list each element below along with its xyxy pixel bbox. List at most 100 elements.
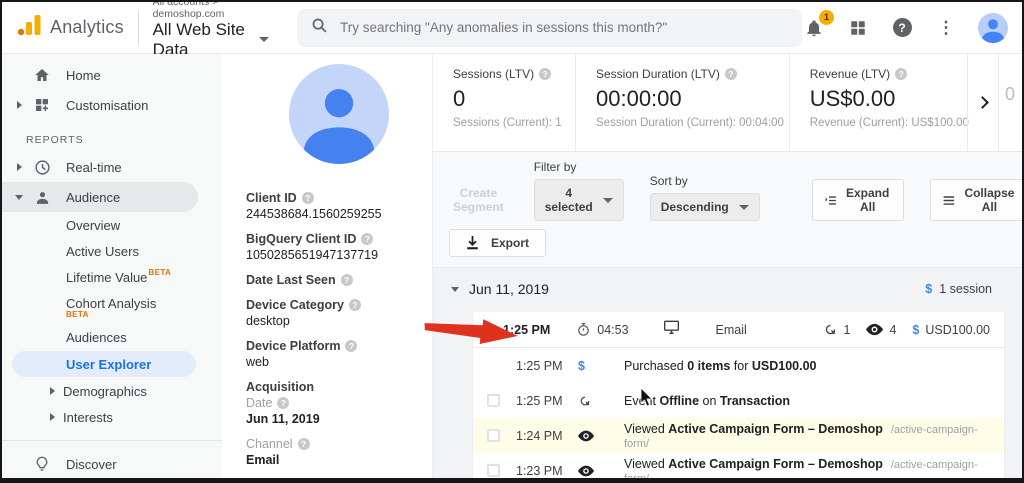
dollar-icon: $ [925, 282, 933, 296]
chevron-down-icon [602, 197, 613, 203]
hit-row-pageview[interactable]: 1:24 PM Viewed Active Campaign Form – De… [473, 418, 1004, 453]
sidebar: Home Customisation REPORTS Real-time Aud… [2, 54, 222, 478]
filter-by-dropdown[interactable]: 4 selected [533, 179, 624, 221]
account-switcher[interactable]: All accounts > demoshop.com All Web Site… [152, 0, 269, 60]
sidebar-label: Interests [63, 409, 113, 425]
chevron-down-icon [259, 37, 269, 42]
hit-checkbox[interactable] [487, 429, 500, 442]
help-icon[interactable]: ? [297, 438, 310, 450]
search-input[interactable] [340, 20, 788, 35]
notifications-button[interactable]: 1 [802, 9, 834, 40]
sidebar-label: Lifetime Value [66, 269, 148, 285]
apps-grid-icon [851, 20, 865, 35]
notification-badge: 1 [819, 9, 834, 25]
sidebar-item-user-explorer[interactable]: User Explorer [12, 351, 196, 377]
group-date: Jun 11, 2019 [469, 281, 549, 297]
sidebar-label: Active Users [66, 243, 139, 259]
more-options-button[interactable]: ⋮ [934, 16, 958, 40]
help-icon[interactable]: ? [301, 192, 314, 204]
sidebar-item-audience[interactable]: Audience [2, 182, 198, 212]
reports-section-label: REPORTS [26, 134, 84, 146]
metric-card-partial: 0 [998, 54, 1022, 151]
main-content: Sessions (LTV)? 0 Sessions (Current): 1 … [432, 54, 1022, 478]
event-icon [825, 324, 835, 335]
metric-sub: Session Duration (Current): 00:04:00 [596, 117, 784, 129]
hit-checkbox[interactable] [487, 464, 500, 477]
help-icon[interactable]: ? [340, 274, 353, 286]
analytics-logo[interactable]: Analytics [12, 12, 138, 43]
pageviews-count: 4 [889, 322, 897, 337]
date-group-row[interactable]: Jun 11, 2019 $ 1 session [433, 268, 1022, 310]
clock-icon [32, 157, 52, 177]
export-button[interactable]: Export [449, 229, 547, 257]
expand-arrow-icon [50, 387, 55, 395]
sort-by-label: Sort by [649, 174, 688, 188]
sidebar-item-audiences[interactable]: Audiences [2, 324, 222, 350]
expand-all-button[interactable]: Expand All [811, 179, 905, 221]
sidebar-label: Discover [66, 456, 117, 472]
eye-icon [578, 430, 594, 441]
help-button[interactable]: ? [890, 16, 914, 40]
sidebar-label: Overview [66, 217, 121, 233]
sidebar-label: Customisation [66, 97, 149, 113]
sidebar-item-realtime[interactable]: Real-time [2, 152, 222, 182]
sessions-list: Jun 11, 2019 $ 1 session 1:25 PM 04:53 E… [433, 268, 1022, 478]
hit-checkbox[interactable] [487, 394, 500, 407]
metric-sessions-ltv: Sessions (LTV)? 0 Sessions (Current): 1 [453, 67, 562, 129]
create-segment-button[interactable]: Create Segment [449, 179, 508, 221]
metric-cards-row: Sessions (LTV)? 0 Sessions (Current): 1 … [433, 54, 1022, 152]
hit-description: Viewed Active Campaign Form – Demoshop/a… [624, 421, 978, 450]
breadcrumb: All accounts > demoshop.com [152, 0, 225, 20]
session-header[interactable]: 1:25 PM 04:53 Email 1 4 $ USD100.00 [473, 312, 1004, 348]
hit-time: 1:25 PM [516, 393, 563, 408]
user-avatar[interactable] [978, 12, 1008, 43]
help-icon[interactable]: ? [348, 299, 361, 311]
metric-session-duration-ltv: Session Duration (LTV)? 00:00:00 Session… [575, 54, 789, 151]
help-icon[interactable]: ? [724, 68, 737, 80]
user-detail-panel: Client ID? 244538684.1560259255 BigQuery… [222, 54, 432, 478]
field-device-platform: Device Platform? web [246, 338, 432, 370]
sidebar-item-home[interactable]: Home [2, 60, 222, 90]
metric-revenue-ltv: Revenue (LTV)? US$0.00 Revenue (Current)… [788, 54, 969, 151]
lightbulb-icon [32, 454, 52, 474]
stopwatch-icon [578, 322, 590, 336]
sidebar-item-cohort-analysis[interactable]: Cohort Analysis BETA [2, 290, 222, 324]
beta-badge: BETA [148, 267, 172, 277]
help-icon[interactable]: ? [345, 340, 358, 352]
home-icon [32, 65, 52, 85]
hit-description: Viewed Active Campaign Form – Demoshop/a… [624, 457, 990, 479]
expand-arrow-icon [16, 101, 22, 109]
sidebar-item-overview[interactable]: Overview [2, 212, 222, 238]
sidebar-item-interests[interactable]: Interests [2, 404, 222, 430]
chevron-right-icon [976, 96, 990, 109]
brand-name: Analytics [50, 17, 124, 37]
sidebar-label: Home [66, 67, 101, 83]
metric-sub: Revenue (Current): US$100.00 [809, 117, 969, 129]
field-acquisition: Acquisition Date? Jun 11, 2019 [246, 380, 320, 426]
help-icon[interactable]: ? [539, 68, 552, 80]
expand-arrow-icon [16, 163, 22, 171]
sidebar-item-active-users[interactable]: Active Users [2, 238, 222, 264]
sidebar-item-lifetime-value[interactable]: Lifetime Value BETA [2, 264, 222, 290]
collapse-all-button[interactable]: Collapse All [930, 179, 1022, 221]
help-icon[interactable]: ? [361, 233, 374, 245]
sidebar-item-discover[interactable]: Discover [2, 449, 222, 478]
sidebar-label: User Explorer [66, 356, 152, 372]
help-icon[interactable]: ? [277, 397, 290, 409]
hit-row-pageview[interactable]: 1:23 PM Viewed Active Campaign Form – De… [473, 453, 1004, 478]
eye-icon [578, 465, 594, 476]
dollar-icon: $ [578, 358, 585, 373]
session-time: 1:25 PM [503, 322, 551, 337]
hit-row-purchase[interactable]: 1:25 PM $ Purchased 0 items for USD100.0… [473, 348, 1004, 383]
hit-row-event[interactable]: 1:25 PM Event Offline on Transaction [473, 383, 1004, 418]
field-channel: Channel? Email [246, 436, 432, 468]
sort-by-dropdown[interactable]: Descending [649, 193, 760, 221]
search-bar[interactable] [297, 8, 802, 47]
sidebar-item-customisation[interactable]: Customisation [2, 90, 222, 120]
field-date-last-seen: Date Last Seen? [246, 272, 432, 288]
session-revenue: USD100.00 [925, 322, 990, 337]
help-icon[interactable]: ? [895, 68, 908, 80]
sidebar-item-demographics[interactable]: Demographics [2, 378, 222, 404]
next-metrics-button[interactable] [966, 54, 998, 151]
apps-grid-button[interactable] [846, 16, 870, 40]
